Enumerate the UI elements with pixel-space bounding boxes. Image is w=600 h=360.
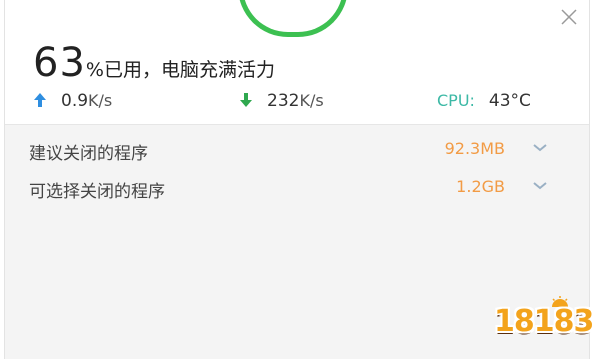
watermark-text: 18183 xyxy=(494,304,594,339)
chevron-down-icon[interactable] xyxy=(531,180,549,192)
system-stats-bar: 0.9K/s 232K/s CPU: 43°C xyxy=(5,88,589,118)
upload-speed-unit: K/s xyxy=(88,91,113,110)
download-speed-unit: K/s xyxy=(299,91,324,110)
arrow-up-icon xyxy=(34,93,46,107)
list-item-size: 92.3MB xyxy=(444,139,505,158)
list-item-optional-close[interactable]: 可选择关闭的程序 1.2GB xyxy=(5,169,589,205)
close-icon xyxy=(561,9,577,25)
percent-sign: % xyxy=(85,59,104,81)
memory-usage-summary: 63%已用，电脑充满活力 xyxy=(33,40,275,88)
upload-speed: 0.9K/s xyxy=(33,91,112,111)
list-item-label: 可选择关闭的程序 xyxy=(29,182,165,202)
list-item-size: 1.2GB xyxy=(456,177,505,196)
cpu-temperature-value: 43°C xyxy=(488,91,531,111)
cpu-label: CPU: xyxy=(437,91,475,110)
upload-speed-value: 0.9 xyxy=(61,91,89,111)
chevron-down-icon[interactable] xyxy=(531,142,549,154)
memory-usage-percent: 63 xyxy=(33,40,86,86)
watermark-logo: 18183 xyxy=(494,296,594,348)
green-face-mascot-icon xyxy=(238,0,348,37)
close-button[interactable] xyxy=(558,6,580,28)
memory-usage-text: 已用，电脑充满活力 xyxy=(103,59,275,81)
arrow-down-icon xyxy=(240,93,252,107)
cpu-temperature: CPU: 43°C xyxy=(437,91,531,111)
list-item-recommended-close[interactable]: 建议关闭的程序 92.3MB xyxy=(5,131,589,167)
download-speed: 232K/s xyxy=(239,91,324,111)
list-item-label: 建议关闭的程序 xyxy=(29,144,148,164)
download-speed-value: 232 xyxy=(267,91,300,111)
